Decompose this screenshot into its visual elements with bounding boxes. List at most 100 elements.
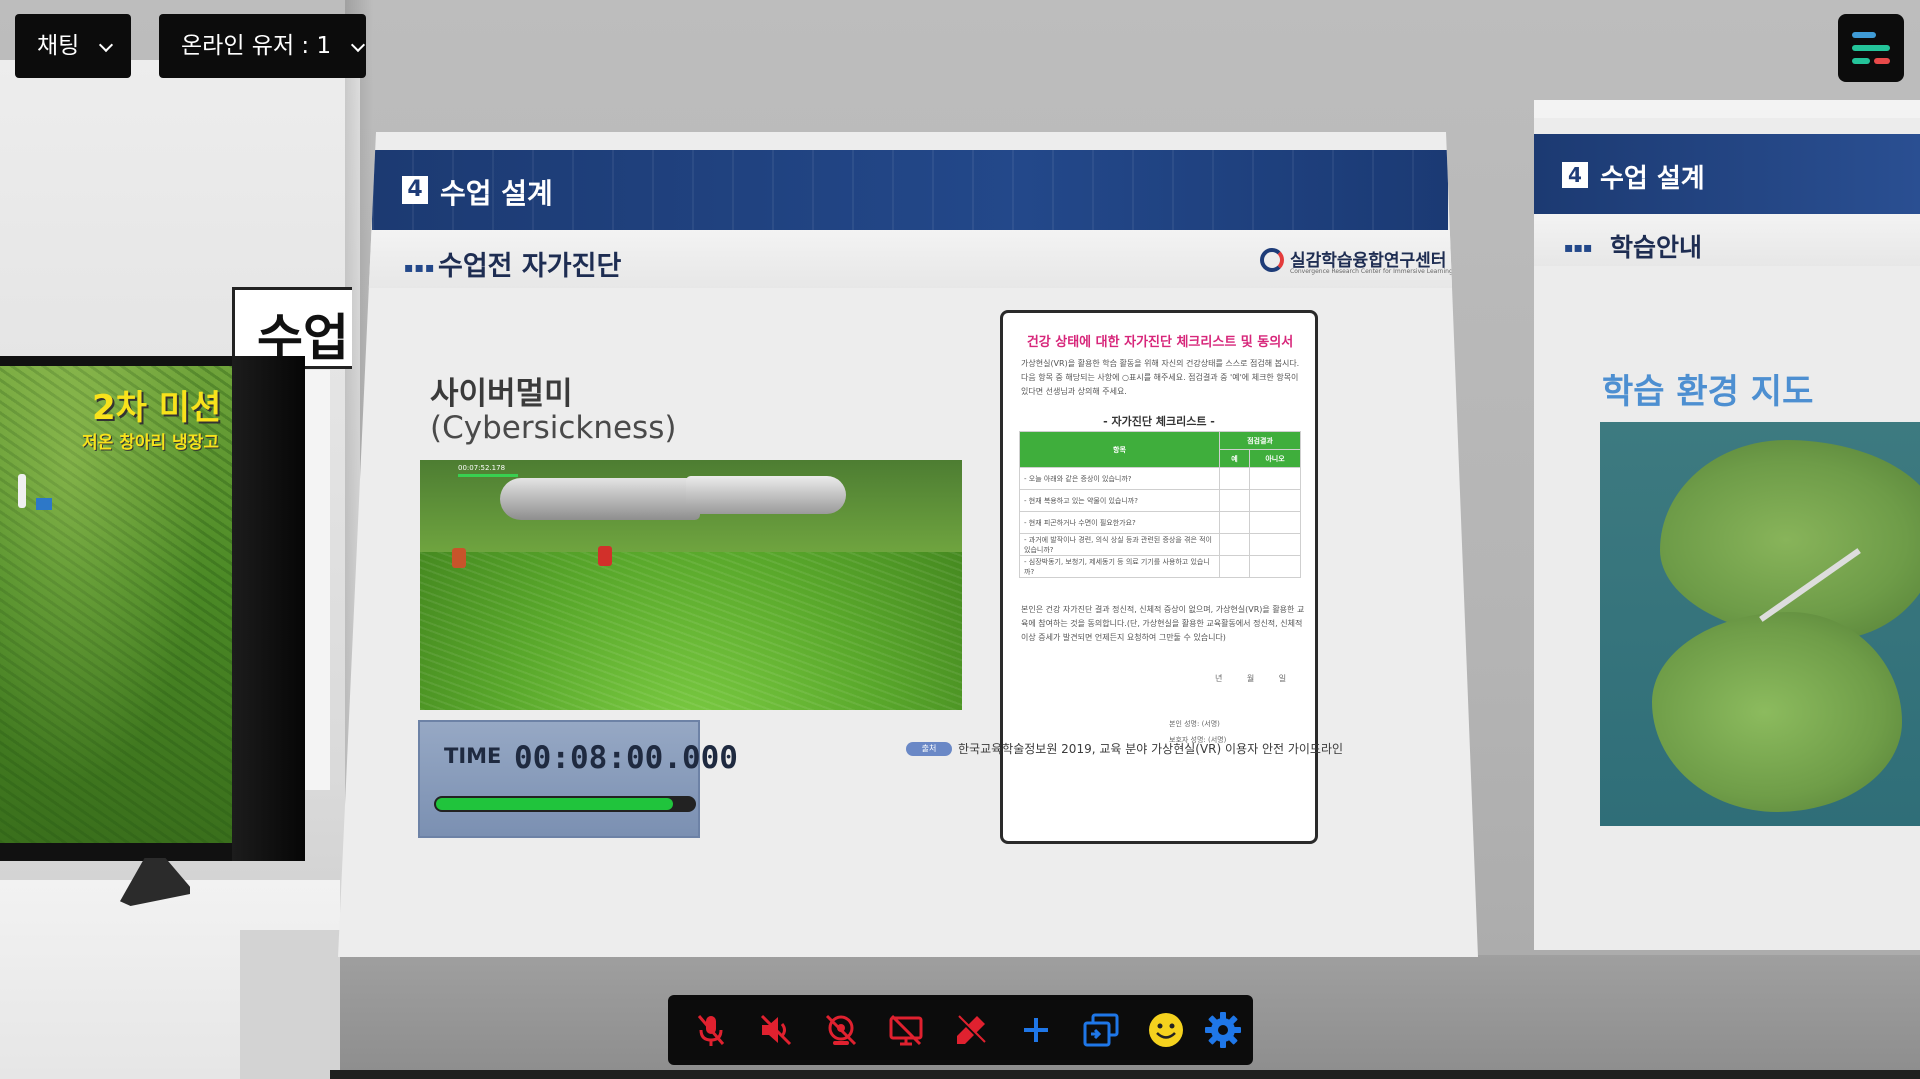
col-yes: 예 xyxy=(1219,449,1250,468)
checkbox-no xyxy=(1249,467,1301,490)
right-bullet-dots: ▪▪▪ xyxy=(1564,240,1593,256)
smile-icon xyxy=(1149,1013,1183,1047)
online-users-label: 온라인 유저 : 1 xyxy=(181,33,332,59)
mission-monitor[interactable]: 2차 미션 저온 창아리 냉장고 xyxy=(0,356,305,861)
menu-icon-line-2 xyxy=(1852,45,1890,51)
checkbox-no xyxy=(1249,489,1301,512)
presentation-slide[interactable]: 4 수업 설계 ▪▪▪ 수업전 자가진단 실감학습융합연구센터 Converge… xyxy=(338,132,1478,957)
right-section-title: 수업 설계 xyxy=(1600,164,1705,194)
source-badge: 출처 xyxy=(906,742,952,756)
menu-icon-line-4 xyxy=(1874,58,1890,64)
chevron-down-icon xyxy=(350,37,366,53)
pen-off-button[interactable] xyxy=(946,1005,996,1055)
mission-title: 2차 미션 xyxy=(92,388,222,428)
gear-icon xyxy=(1205,1012,1241,1048)
table-row: - 현재 복용하고 있는 약물이 있습니까? xyxy=(1019,489,1301,512)
checklist-rows: - 오늘 아래와 같은 증상이 있습니까? - 현재 복용하고 있는 약물이 있습… xyxy=(1019,467,1301,578)
col-result: 점검결과 xyxy=(1219,431,1301,450)
checklist-item: - 오늘 아래와 같은 증상이 있습니까? xyxy=(1019,467,1220,490)
checkbox-yes xyxy=(1219,489,1250,512)
learning-environment-map xyxy=(1600,422,1920,826)
col-item: 항목 xyxy=(1019,431,1220,468)
chat-dropdown-label: 채팅 xyxy=(37,33,80,59)
barrel-red xyxy=(598,546,612,566)
checklist-item: - 현재 피곤하거나 수면이 필요한가요? xyxy=(1019,511,1220,534)
checklist-item: - 과거에 발작이나 경련, 의식 상실 등과 관련된 증상을 겪은 적이 있습… xyxy=(1019,533,1220,556)
speaker-off-icon xyxy=(760,1014,792,1046)
consent-date: 년 월 일 xyxy=(1215,674,1287,683)
org-logo-icon xyxy=(1260,248,1284,272)
checkbox-yes xyxy=(1219,533,1250,556)
menu-button[interactable] xyxy=(1838,14,1904,82)
timer-progress-track xyxy=(434,796,696,812)
source-citation: 한국교육학술정보원 2019, 교육 분야 가상현실(VR) 이용자 안전 가이… xyxy=(958,742,1344,756)
right-slide-top-edge xyxy=(1534,100,1920,120)
topic-english: (Cybersickness) xyxy=(430,410,677,446)
add-button[interactable] xyxy=(1011,1005,1061,1055)
screen-share-off-button[interactable] xyxy=(881,1005,931,1055)
bottom-edge xyxy=(330,1070,1920,1079)
checkbox-no xyxy=(1249,533,1301,556)
camera-off-icon xyxy=(825,1014,857,1046)
slide-subtitle-row: ▪▪▪ 수업전 자가진단 실감학습융합연구센터 Convergence Rese… xyxy=(368,230,1478,288)
consent-text: 본인은 건강 자가진단 결과 정신적, 신체적 증상이 없으며, 가상현실(VR… xyxy=(1021,605,1305,642)
right-section-number: 4 xyxy=(1562,162,1588,188)
monitor-frame xyxy=(232,356,305,861)
emoji-button[interactable] xyxy=(1141,1005,1191,1055)
online-users-dropdown[interactable]: 온라인 유저 : 1 xyxy=(159,14,366,78)
pen-off-icon xyxy=(955,1014,987,1046)
checkbox-yes xyxy=(1219,555,1250,578)
timer-panel: TIME 00:08:00.000 xyxy=(418,720,738,838)
checklist-item: - 심장박동기, 보청기, 제세동기 등 의료 기기를 사용하고 있습니까? xyxy=(1019,555,1220,578)
table-row: - 오늘 아래와 같은 증상이 있습니까? xyxy=(1019,467,1301,490)
checklist-intro: 가상현실(VR)을 활용한 학습 활동을 위해 자신의 건강상태를 스스로 점검… xyxy=(1021,359,1300,396)
bullet-dots: ▪▪▪ xyxy=(404,260,436,276)
speaker-off-button[interactable] xyxy=(751,1005,801,1055)
right-subtitle-row: ▪▪▪ 학습안내 xyxy=(1534,214,1920,266)
section-title: 수업 설계 xyxy=(440,177,553,210)
mission-screen: 2차 미션 저온 창아리 냉장고 xyxy=(0,366,232,843)
map-island-north xyxy=(1660,440,1920,640)
slide-subtitle: 수업전 자가진단 xyxy=(438,251,622,282)
switch-view-button[interactable] xyxy=(1076,1005,1126,1055)
checkbox-no xyxy=(1249,555,1301,578)
checkbox-yes xyxy=(1219,467,1250,490)
chat-dropdown[interactable]: 채팅 xyxy=(15,14,131,78)
virtual-room-scene: 수업 2차 미션 저온 창아리 냉장고 4 수업 설계 ▪▪▪ 수업전 자가진단… xyxy=(0,0,1920,1079)
airplane-left xyxy=(500,478,700,520)
vr-game-screenshot: 00:07:52.178 xyxy=(420,460,962,710)
game-hud-timer: 00:07:52.178 xyxy=(458,464,506,472)
mic-off-button[interactable] xyxy=(686,1005,736,1055)
barrel-orange xyxy=(452,548,466,568)
checkbox-yes xyxy=(1219,511,1250,534)
chevron-down-icon xyxy=(98,37,114,53)
presentation-slide-right[interactable]: 4 수업 설계 ▪▪▪ 학습안내 학습 환경 지도 xyxy=(1534,118,1920,950)
mic-off-icon xyxy=(697,1015,725,1046)
checklist-item: - 현재 복용하고 있는 약물이 있습니까? xyxy=(1019,489,1220,512)
mission-subtitle: 저온 창아리 냉장고 xyxy=(82,433,219,453)
table-row: - 심장박동기, 보청기, 제세동기 등 의료 기기를 사용하고 있습니까? xyxy=(1019,555,1301,578)
camera-off-button[interactable] xyxy=(816,1005,866,1055)
map-island-south xyxy=(1652,612,1902,812)
timer-value: 00:08:00.000 xyxy=(514,740,738,776)
checkbox-no xyxy=(1249,511,1301,534)
checklist-title: 건강 상태에 대한 자가진단 체크리스트 및 동의서 xyxy=(1026,335,1294,350)
timer-progress-fill xyxy=(436,798,673,810)
table-row: - 과거에 발작이나 경련, 의식 상실 등과 관련된 증상을 겪은 적이 있습… xyxy=(1019,533,1301,556)
right-slide-header: 4 수업 설계 xyxy=(1534,134,1920,214)
box-object xyxy=(36,498,52,510)
settings-button[interactable] xyxy=(1198,1005,1248,1055)
bottle-object xyxy=(18,474,26,508)
right-slide-subtitle: 학습안내 xyxy=(1610,233,1703,262)
checklist-section: - 자가진단 체크리스트 - xyxy=(1103,415,1215,428)
checklist-document: 건강 상태에 대한 자가진단 체크리스트 및 동의서 가상현실(VR)을 활용한… xyxy=(1000,310,1318,844)
menu-icon-line-3 xyxy=(1852,58,1870,64)
checklist-table: 항목 점검결과 예 아니오 - 오늘 아래와 같은 증상이 있습니까? - 현재 … xyxy=(1019,431,1301,578)
game-hud-bar xyxy=(458,474,518,477)
section-number: 4 xyxy=(402,176,428,204)
plus-icon xyxy=(1024,1018,1048,1042)
map-title: 학습 환경 지도 xyxy=(1602,372,1814,412)
switch-view-icon xyxy=(1083,1013,1119,1047)
airplane-right xyxy=(686,476,846,514)
menu-icon-line-1 xyxy=(1852,32,1876,38)
